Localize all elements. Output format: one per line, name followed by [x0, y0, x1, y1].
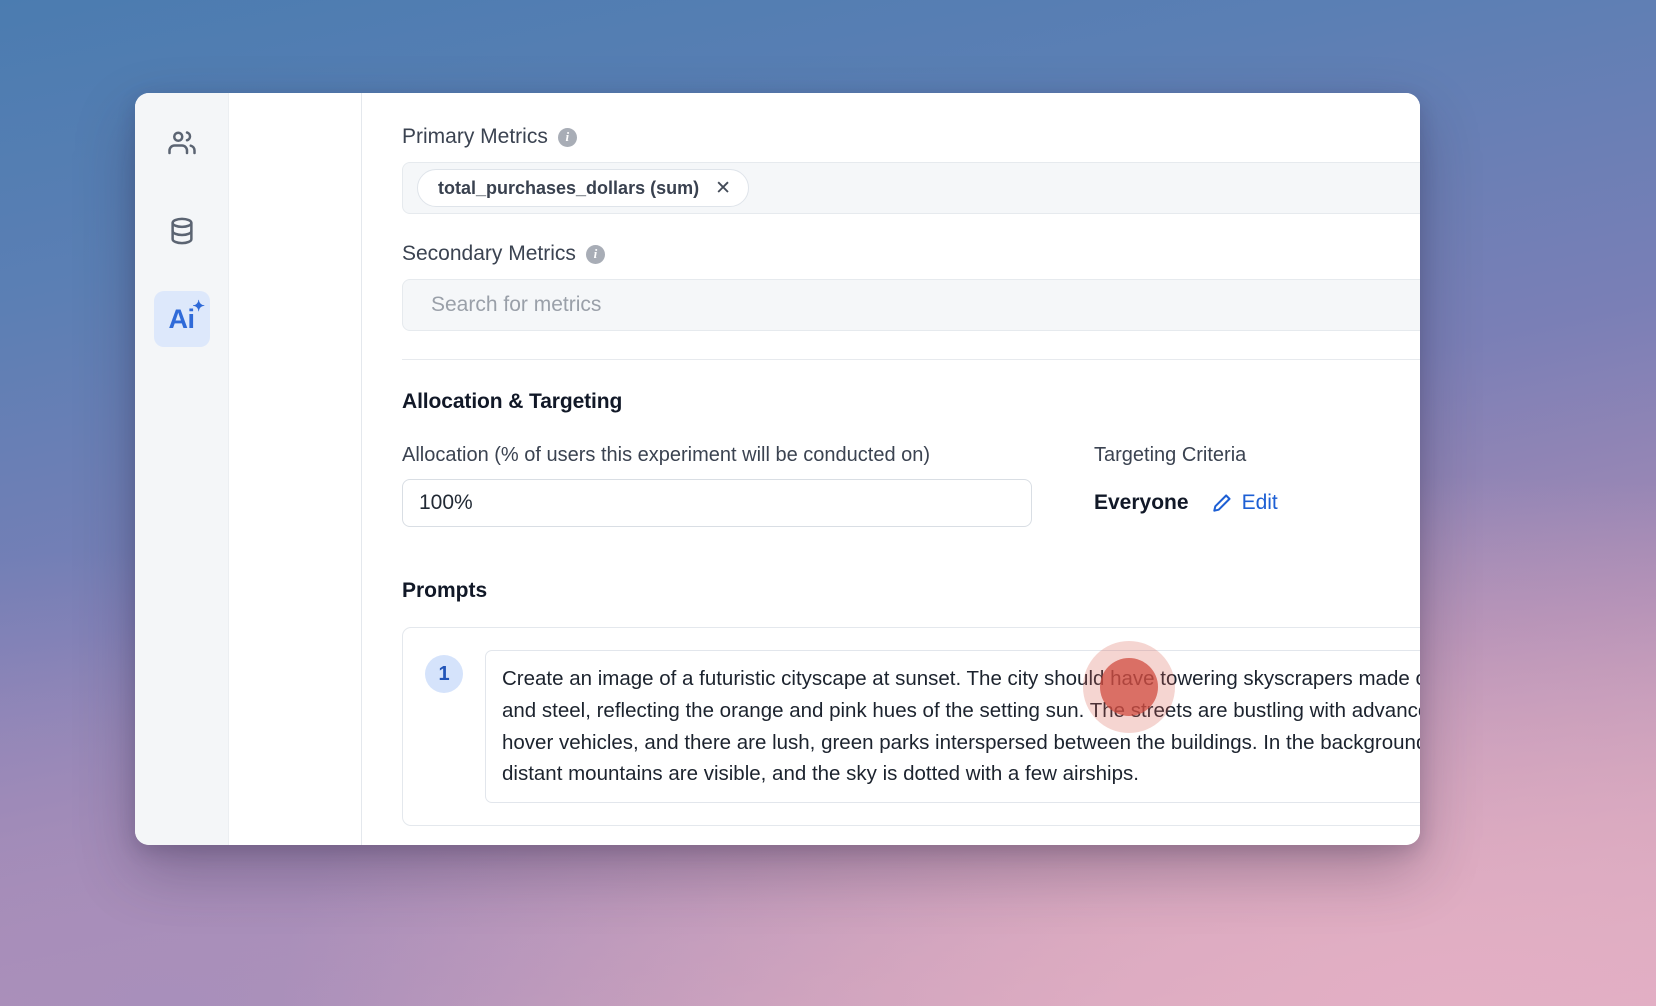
- targeting-column: Targeting Criteria Everyone Edit: [1094, 444, 1278, 527]
- secondary-metrics-label-text: Secondary Metrics: [402, 242, 576, 265]
- prompts-section-title: Prompts: [402, 579, 488, 602]
- edit-targeting-button[interactable]: Edit: [1211, 491, 1278, 515]
- main-content: Primary Metrics i total_purchases_dollar…: [362, 93, 1420, 845]
- metric-chip[interactable]: total_purchases_dollars (sum) ✕: [417, 169, 750, 207]
- app-window: Ai ✦ Primary Metrics i total_purchases_d…: [135, 93, 1420, 845]
- targeting-criteria-label: Targeting Criteria: [1094, 444, 1247, 466]
- allocation-column: Allocation (% of users this experiment w…: [402, 444, 1032, 527]
- prompt-textarea[interactable]: Create an image of a futuristic cityscap…: [485, 650, 1420, 804]
- targeting-criteria-value: Everyone: [1094, 491, 1189, 514]
- prompt-card: 1 Create an image of a futuristic citysc…: [402, 627, 1420, 827]
- database-icon: [167, 216, 197, 246]
- allocation-label: Allocation (% of users this experiment w…: [402, 444, 931, 466]
- sidebar-item-ai[interactable]: Ai ✦: [153, 291, 210, 347]
- primary-metrics-label: Primary Metrics i: [402, 125, 1420, 149]
- info-icon[interactable]: i: [557, 127, 577, 147]
- edit-label: Edit: [1241, 491, 1278, 514]
- section-divider: [402, 359, 1420, 360]
- secondary-nav-panel: [229, 93, 362, 845]
- search-input[interactable]: [429, 292, 1420, 318]
- allocation-section-title: Allocation & Targeting: [402, 390, 623, 413]
- prompt-index-badge: 1: [425, 655, 463, 693]
- primary-metrics-label-text: Primary Metrics: [402, 125, 548, 148]
- ai-glyph-label: Ai: [168, 303, 196, 334]
- secondary-metrics-label: Secondary Metrics i: [402, 242, 1420, 266]
- users-icon: [167, 128, 197, 158]
- primary-metrics-field[interactable]: total_purchases_dollars (sum) ✕: [402, 162, 1420, 214]
- sparkle-icon: ✦: [192, 297, 205, 315]
- ai-sparkle-icon: Ai ✦: [168, 299, 206, 334]
- sidebar-icon-rail: Ai ✦: [135, 93, 229, 845]
- metric-chip-label: total_purchases_dollars (sum): [438, 177, 700, 198]
- secondary-metrics-field[interactable]: [402, 279, 1420, 331]
- sidebar-item-users[interactable]: [154, 115, 210, 171]
- pencil-icon: [1211, 492, 1233, 514]
- close-icon[interactable]: ✕: [715, 179, 731, 198]
- info-icon[interactable]: i: [585, 244, 605, 264]
- desktop-background: Ai ✦ Primary Metrics i total_purchases_d…: [0, 0, 1656, 1006]
- allocation-row: Allocation (% of users this experiment w…: [402, 444, 1420, 527]
- targeting-value-row: Everyone Edit: [1094, 479, 1278, 527]
- allocation-input[interactable]: [402, 479, 1032, 527]
- sidebar-item-database[interactable]: [154, 203, 210, 259]
